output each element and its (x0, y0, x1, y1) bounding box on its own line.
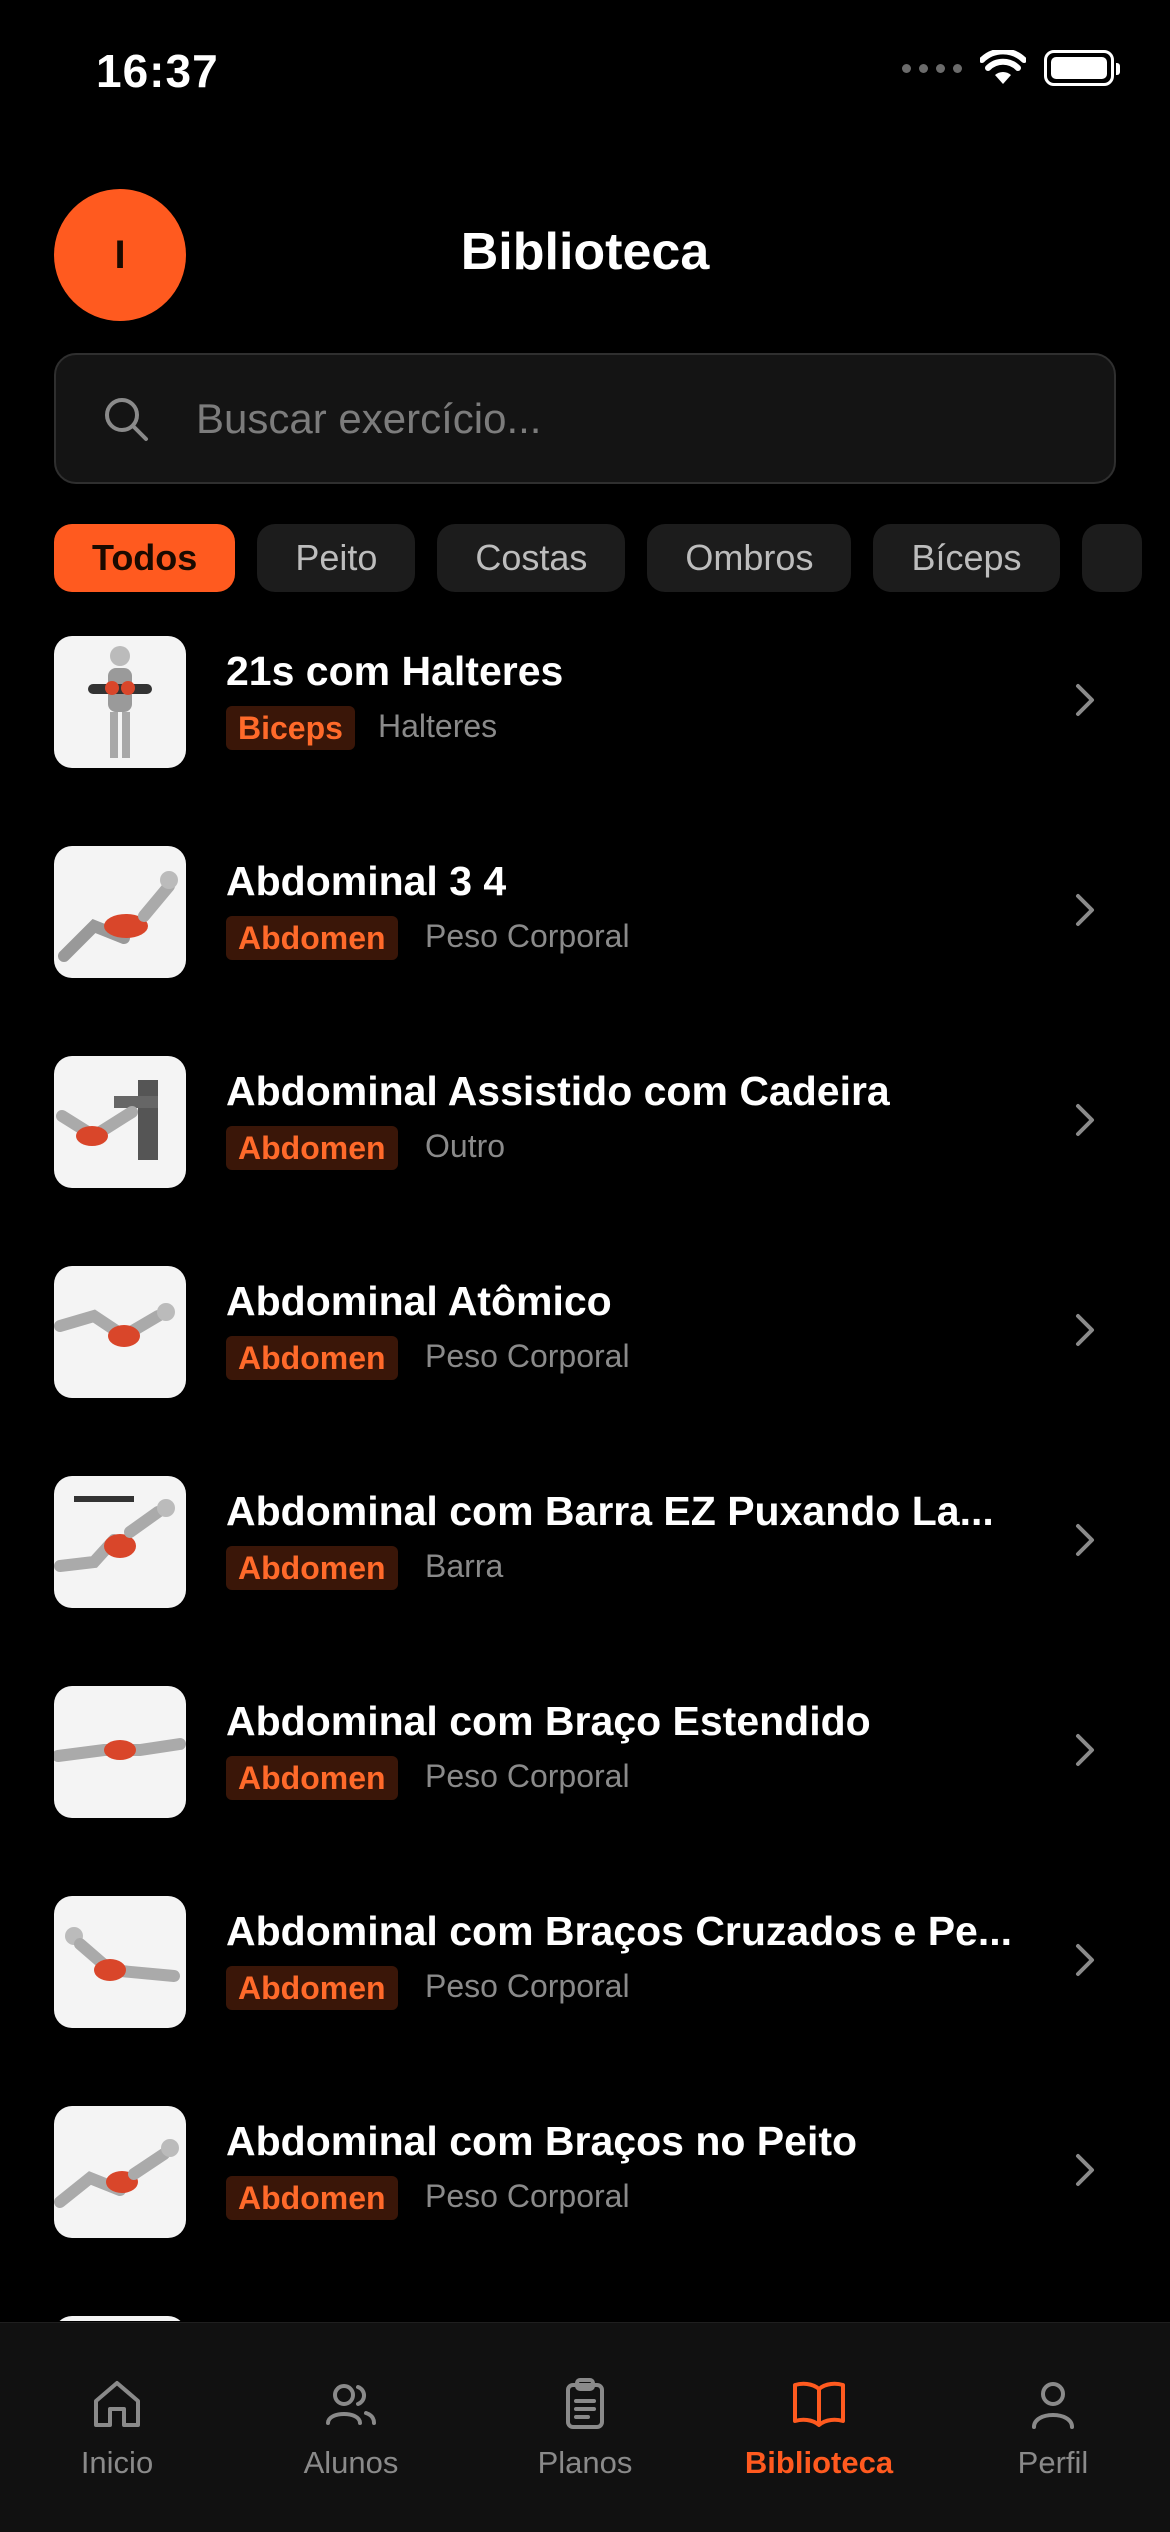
muscle-tag: Abdomen (226, 916, 398, 960)
muscle-tag: Abdomen (226, 1966, 398, 2010)
clipboard-icon (566, 2378, 604, 2429)
exercise-name: Abdominal Atômico (226, 1278, 612, 1324)
exercise-thumbnail (54, 1266, 186, 1398)
exercise-name: Abdominal com Braços no Peito (226, 2118, 858, 2164)
wifi-icon (980, 50, 1026, 84)
chevron-right-icon (1076, 684, 1094, 716)
muscle-tag: Abdomen (226, 1126, 398, 1170)
exercise-thumbnail (54, 1056, 186, 1188)
list-item[interactable]: Abdominal 3 4 Abdomen Peso Corporal (0, 846, 1170, 1056)
list-item[interactable]: 21s com Halteres Biceps Halteres (0, 636, 1170, 846)
battery-icon (1044, 50, 1120, 86)
list-item[interactable]: Abdominal com Barra EZ Puxando La... Abd… (0, 1476, 1170, 1686)
tab-biblioteca[interactable]: Biblioteca (702, 2323, 936, 2532)
tab-inicio[interactable]: Inicio (0, 2323, 234, 2532)
equipment-label: Peso Corporal (425, 1968, 630, 2004)
tab-label: Planos (537, 2445, 633, 2480)
home-icon (94, 2381, 140, 2427)
users-icon (326, 2384, 376, 2425)
tab-planos[interactable]: Planos (468, 2323, 702, 2532)
exercise-name: Abdominal com Barra EZ Puxando La... (226, 1488, 994, 1534)
muscle-tag: Abdomen (226, 1336, 398, 1380)
chevron-right-icon (1076, 1734, 1094, 1766)
exercise-name: Abdominal com Braço Estendido (226, 1698, 871, 1744)
exercise-thumbnail (54, 2106, 186, 2238)
status-bar: 16:37 (0, 0, 1170, 150)
list-item[interactable]: Abdominal com Braços Cruzados e Pe... Ab… (0, 1896, 1170, 2106)
chip-todos[interactable]: Todos (54, 524, 236, 592)
exercise-thumbnail (54, 1476, 186, 1608)
equipment-label: Peso Corporal (425, 1758, 630, 1794)
tab-perfil[interactable]: Perfil (936, 2323, 1170, 2532)
chevron-right-icon (1076, 1314, 1094, 1346)
chevron-right-icon (1076, 2154, 1094, 2186)
tab-label: Alunos (303, 2445, 399, 2480)
book-icon (793, 2381, 845, 2427)
list-item-partial[interactable] (0, 2316, 1170, 2321)
list-item[interactable]: Abdominal Assistido com Cadeira Abdomen … (0, 1056, 1170, 1266)
exercise-name: Abdominal 3 4 (226, 858, 507, 904)
equipment-label: Outro (425, 1128, 506, 1164)
status-time: 16:37 (96, 45, 219, 97)
search-icon (105, 397, 148, 441)
chevron-right-icon (1076, 1104, 1094, 1136)
equipment-label: Barra (425, 1548, 504, 1584)
tab-label: Inicio (80, 2445, 154, 2480)
chip-ombros[interactable]: Ombros (647, 524, 852, 592)
exercise-thumbnail (54, 636, 186, 768)
muscle-tag: Abdomen (226, 2176, 398, 2220)
tab-alunos[interactable]: Alunos (234, 2323, 468, 2532)
chip-more[interactable] (1081, 524, 1142, 592)
equipment-label: Peso Corporal (425, 2178, 630, 2214)
status-icons (902, 50, 1120, 86)
chevron-right-icon (1076, 1944, 1094, 1976)
list-item[interactable]: Abdominal Atômico Abdomen Peso Corporal (0, 1266, 1170, 1476)
equipment-label: Halteres (378, 708, 498, 744)
exercise-thumbnail (54, 1896, 186, 2028)
chevron-right-icon (1076, 1524, 1094, 1556)
exercise-name: Abdominal com Braços Cruzados e Pe... (226, 1908, 1013, 1954)
chip-biceps[interactable]: Bíceps (873, 524, 1060, 592)
equipment-label: Peso Corporal (425, 918, 630, 954)
muscle-tag: Abdomen (226, 1756, 398, 1800)
exercise-name: 21s com Halteres (226, 648, 564, 694)
exercise-list: 21s com Halteres Biceps Halteres Abdomin… (0, 636, 1170, 2321)
equipment-label: Peso Corporal (425, 1338, 630, 1374)
exercise-name: Abdominal Assistido com Cadeira (226, 1068, 890, 1114)
chevron-right-icon (1076, 894, 1094, 926)
page-title: Biblioteca (460, 223, 710, 281)
exercise-thumbnail (54, 846, 186, 978)
list-item[interactable]: Abdominal com Braço Estendido Abdomen Pe… (0, 1686, 1170, 1896)
search-input[interactable] (196, 394, 1016, 443)
list-item[interactable]: Abdominal com Braços no Peito Abdomen Pe… (0, 2106, 1170, 2316)
chip-peito[interactable]: Peito (257, 524, 416, 592)
tab-bar: Inicio Alunos Planos Biblioteca Perfil (0, 2322, 1170, 2532)
filter-chips: Todos Peito Costas Ombros Bíceps (54, 524, 1170, 592)
user-icon (1032, 2382, 1074, 2429)
exercise-thumbnail (54, 1686, 186, 1818)
tab-label: Biblioteca (744, 2445, 894, 2480)
cellular-signal-icon (902, 63, 962, 73)
chip-costas[interactable]: Costas (437, 524, 626, 592)
muscle-tag: Biceps (226, 706, 355, 750)
search-box[interactable] (54, 353, 1116, 484)
muscle-tag: Abdomen (226, 1546, 398, 1590)
exercise-thumbnail (54, 2316, 186, 2321)
tab-label: Perfil (1017, 2445, 1089, 2480)
